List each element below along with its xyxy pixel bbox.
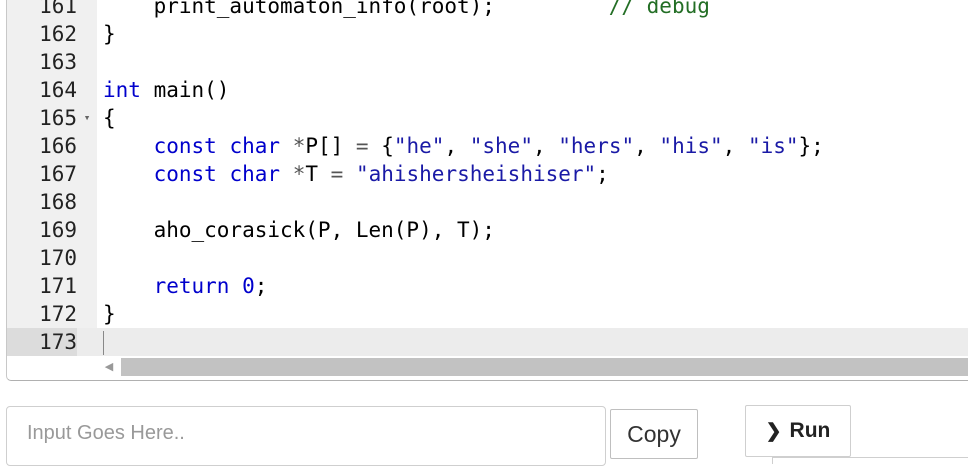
horizontal-scrollbar[interactable]: ◀ [97, 356, 968, 378]
code-text[interactable]: int main() [103, 76, 229, 104]
code-token: "hers" [558, 134, 635, 158]
code-token: , [722, 134, 748, 158]
code-token: { [368, 134, 394, 158]
code-line[interactable]: 170 [7, 244, 968, 272]
code-token: char [229, 162, 281, 186]
stdin-input-box[interactable] [6, 406, 606, 466]
code-token: "his" [659, 134, 723, 158]
code-text[interactable] [103, 328, 104, 356]
copy-button[interactable]: Copy [610, 409, 698, 459]
line-number: 170 [39, 246, 77, 270]
line-number: 163 [39, 50, 77, 74]
code-line[interactable]: 172} [7, 300, 968, 328]
code-token: "she" [469, 134, 533, 158]
code-token: // debug [608, 0, 710, 18]
run-button-label: Run [789, 419, 831, 442]
code-token: P[] [305, 134, 356, 158]
code-token: }; [798, 134, 824, 158]
code-token: main() [140, 78, 230, 102]
scroll-left-icon[interactable]: ◀ [97, 356, 121, 378]
code-text[interactable]: } [103, 300, 116, 328]
line-number: 164 [39, 78, 77, 102]
text-cursor [103, 331, 104, 355]
code-text[interactable]: const char *P[] = {"he", "she", "hers", … [103, 132, 824, 160]
line-number: 173 [7, 328, 77, 356]
scrollbar-thumb[interactable] [121, 358, 968, 376]
code-editor[interactable]: 161 print_automaton_info(root); // debug… [6, 0, 968, 381]
line-number: 172 [39, 302, 77, 326]
code-token: return [153, 274, 230, 298]
code-line[interactable]: 169 aho_corasick(P, Len(P), T); [7, 216, 968, 244]
code-token: aho_corasick(P, Len(P), T); [103, 218, 495, 242]
code-line[interactable]: 165 ▾ { [7, 104, 968, 132]
code-token: * [292, 162, 306, 186]
code-text[interactable]: return 0; [103, 272, 268, 300]
code-line[interactable]: 164 int main() [7, 76, 968, 104]
code-token: , [532, 134, 559, 158]
fold-toggle-icon[interactable]: ▾ [79, 104, 95, 132]
code-token: 0 [242, 274, 255, 298]
chevron-right-icon: ❯ [765, 421, 782, 442]
line-number: 168 [39, 190, 77, 214]
code-text[interactable]: } [103, 20, 116, 48]
code-text[interactable]: { [103, 104, 116, 132]
code-line[interactable]: 167 const char *T = "ahishersheishiser"; [7, 160, 968, 188]
line-number: 169 [39, 218, 77, 242]
line-number: 165 [39, 106, 77, 130]
code-token: , [444, 134, 470, 158]
line-number: 167 [39, 162, 77, 186]
code-token: ; [596, 162, 609, 186]
line-number: 171 [39, 274, 77, 298]
code-token: "is" [747, 134, 799, 158]
code-token: "ahishersheishiser" [355, 162, 597, 186]
line-number: 161 [39, 0, 77, 18]
code-token: ; [254, 274, 268, 298]
code-line[interactable]: 166 const char *P[] = {"he", "she", "her… [7, 132, 968, 160]
code-line[interactable]: 163 [7, 48, 968, 76]
code-text[interactable]: aho_corasick(P, Len(P), T); [103, 216, 495, 244]
code-token: { [103, 106, 116, 130]
code-token: , [634, 134, 660, 158]
line-number: 166 [39, 134, 77, 158]
code-token: const [153, 134, 217, 158]
code-line[interactable]: 161 print_automaton_info(root); // debug [7, 0, 968, 20]
code-token: * [292, 134, 306, 158]
code-line[interactable]: 162} [7, 20, 968, 48]
line-number: 162 [39, 22, 77, 46]
code-text[interactable]: const char *T = "ahishersheishiser"; [103, 160, 609, 188]
code-token: } [103, 22, 116, 46]
code-line[interactable]: 168 [7, 188, 968, 216]
code-token: print_automaton_info(root); [103, 0, 495, 18]
stdin-input[interactable] [25, 417, 589, 449]
run-button[interactable]: ❯ Run [745, 405, 851, 457]
code-token: char [229, 134, 281, 158]
code-token: const [153, 162, 217, 186]
code-token: = [330, 162, 344, 186]
code-token: = [355, 134, 369, 158]
code-token: } [103, 302, 116, 326]
code-token: T [305, 162, 331, 186]
code-line[interactable]: 171 return 0; [7, 272, 968, 300]
copy-button-label: Copy [627, 421, 681, 447]
code-token: "he" [393, 134, 445, 158]
code-line[interactable]: 173 [7, 328, 968, 356]
code-token: int [103, 78, 141, 102]
code-text[interactable]: print_automaton_info(root); // debug [103, 0, 710, 20]
